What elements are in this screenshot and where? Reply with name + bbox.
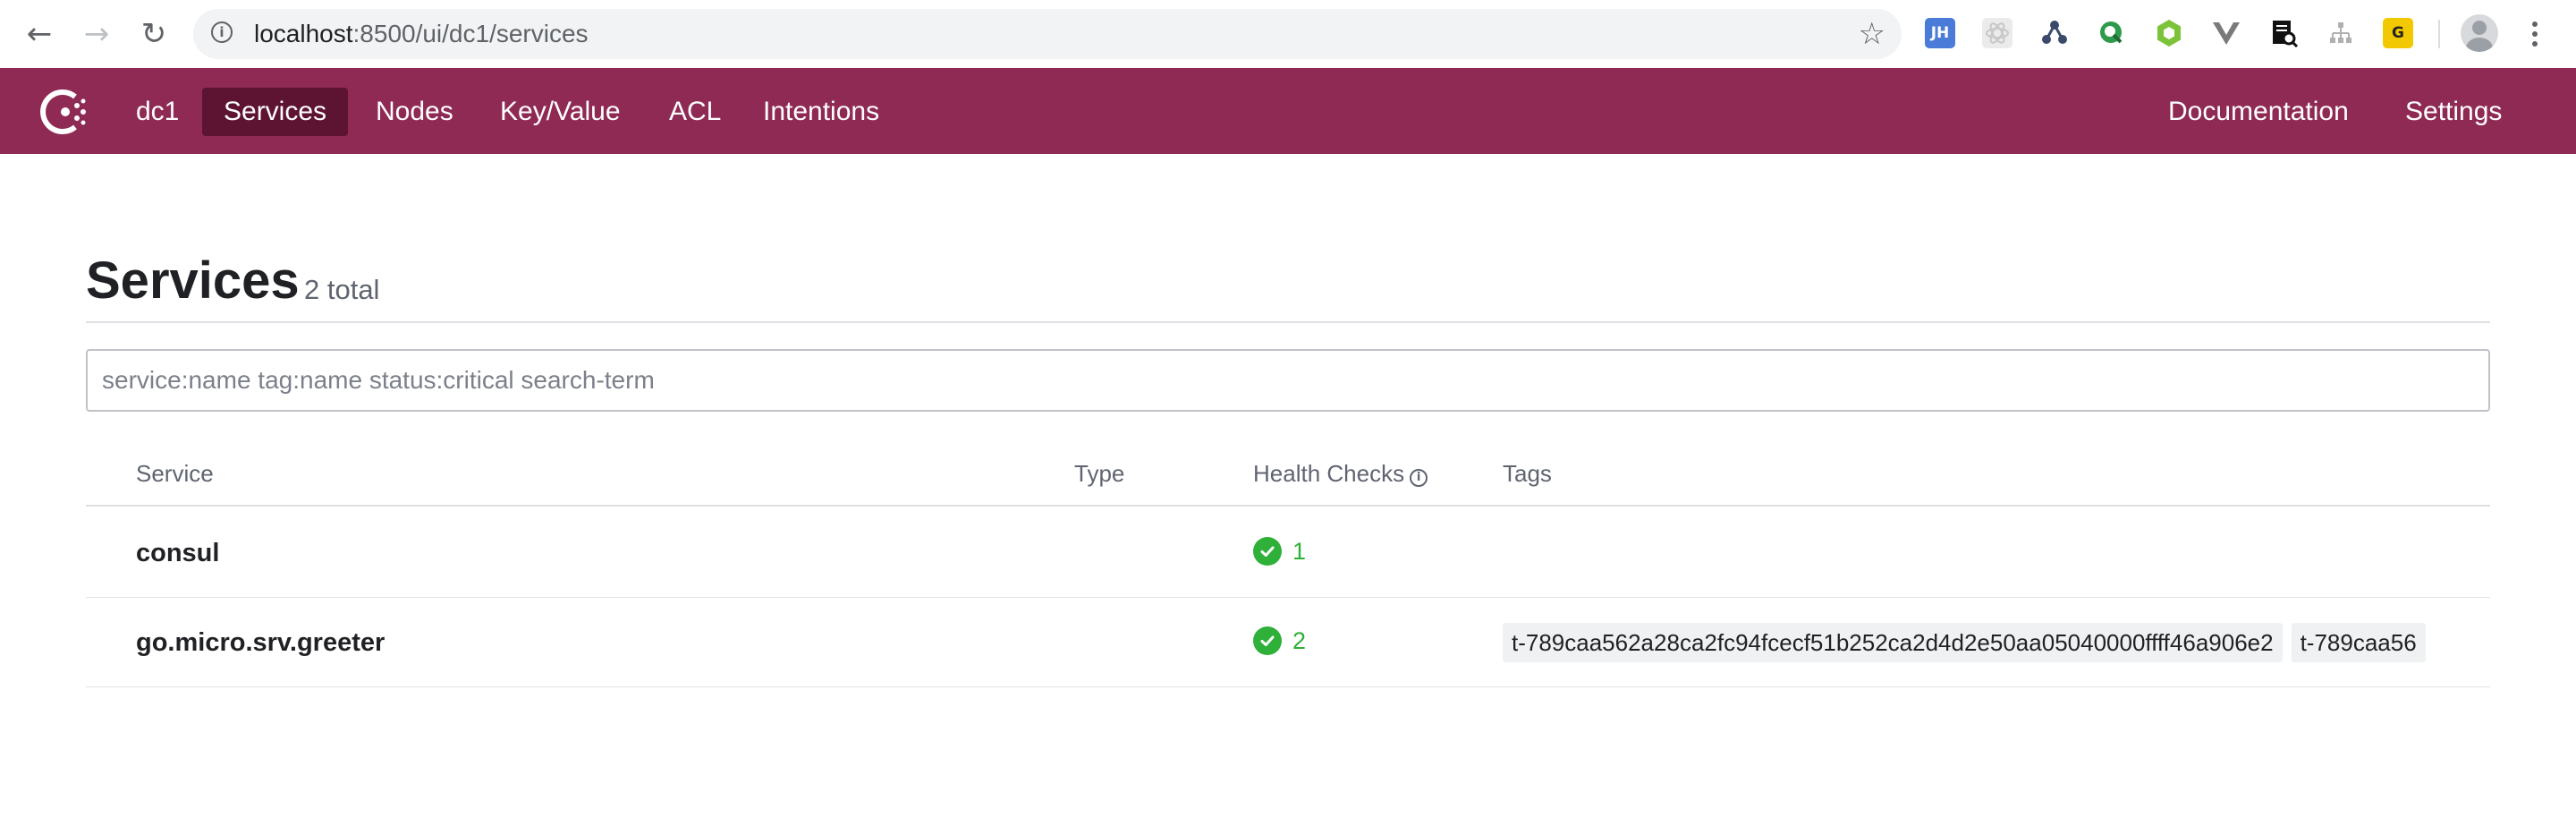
address-bar[interactable]: i localhost:8500/ui/dc1/services ☆ xyxy=(193,9,1902,59)
column-header-type[interactable]: Type xyxy=(1074,460,1124,487)
back-arrow-icon[interactable]: ← xyxy=(20,14,59,54)
row-divider xyxy=(86,597,2490,598)
page-search-icon[interactable] xyxy=(2268,18,2299,48)
nav-services[interactable]: Services xyxy=(202,88,349,136)
browser-toolbar: ← → ↻ i localhost:8500/ui/dc1/services ☆… xyxy=(0,0,2576,69)
nav-key-value[interactable]: Key/Value xyxy=(479,88,642,136)
title-divider xyxy=(86,321,2490,323)
search-input[interactable] xyxy=(86,349,2490,412)
check-circle-icon xyxy=(1253,626,1282,655)
forward-arrow-icon[interactable]: → xyxy=(77,14,116,54)
service-count: 2 total xyxy=(304,274,380,305)
bookmark-star-icon[interactable]: ☆ xyxy=(1859,16,1885,52)
health-status-consul[interactable]: 1 xyxy=(1253,537,1306,566)
tag-badge: t-789caa562a28ca2fc94fcecf51b252ca2d4d2e… xyxy=(1503,623,2283,662)
column-header-service[interactable]: Service xyxy=(136,460,214,487)
health-status-greeter[interactable]: 2 xyxy=(1253,626,1306,655)
page-title: Services xyxy=(86,251,300,310)
jh-extension-icon[interactable]: JH xyxy=(1925,18,1955,48)
nav-settings[interactable]: Settings xyxy=(2384,88,2523,136)
nav-documentation[interactable]: Documentation xyxy=(2147,88,2370,136)
hexagon-extension-icon[interactable] xyxy=(2154,18,2184,48)
grammarly-icon[interactable]: G xyxy=(2383,18,2413,48)
service-link-consul[interactable]: consul xyxy=(136,538,219,568)
info-icon[interactable]: i xyxy=(1410,469,1428,487)
passing-count: 2 xyxy=(1292,627,1307,654)
consul-logo-icon[interactable] xyxy=(39,86,91,138)
site-info-icon[interactable]: i xyxy=(211,21,233,43)
tags-cell: t-789caa562a28ca2fc94fcecf51b252ca2d4d2e… xyxy=(1503,623,2490,662)
column-header-health-checks[interactable]: Health Checks i xyxy=(1253,460,1428,487)
tag-badge: t-789caa56 xyxy=(2291,623,2426,662)
profile-avatar-icon[interactable] xyxy=(2461,14,2498,52)
vue-devtools-icon[interactable] xyxy=(2211,18,2241,48)
app-header: dc1 Services Nodes Key/Value ACL Intenti… xyxy=(0,68,2576,154)
check-circle-icon xyxy=(1253,537,1282,566)
browser-menu-icon[interactable] xyxy=(2524,14,2546,54)
search-extension-icon[interactable] xyxy=(2097,18,2127,48)
health-checks-label: Health Checks xyxy=(1253,460,1405,487)
passing-count: 1 xyxy=(1292,538,1307,565)
service-link-greeter[interactable]: go.micro.srv.greeter xyxy=(136,627,385,658)
nav-nodes[interactable]: Nodes xyxy=(354,88,475,136)
column-header-tags[interactable]: Tags xyxy=(1503,460,1552,487)
table-header-divider xyxy=(86,505,2490,507)
datacenter-selector[interactable]: dc1 xyxy=(114,88,200,136)
react-devtools-icon[interactable] xyxy=(1982,18,2012,48)
nav-acl[interactable]: ACL xyxy=(648,88,742,136)
graph-extension-icon[interactable] xyxy=(2039,18,2070,48)
row-divider xyxy=(86,686,2490,687)
reload-icon[interactable]: ↻ xyxy=(134,14,174,54)
nav-intentions[interactable]: Intentions xyxy=(741,88,901,136)
toolbar-divider xyxy=(2438,20,2440,48)
sitemap-icon[interactable] xyxy=(2326,18,2356,48)
url-text[interactable]: localhost:8500/ui/dc1/services xyxy=(254,21,589,47)
